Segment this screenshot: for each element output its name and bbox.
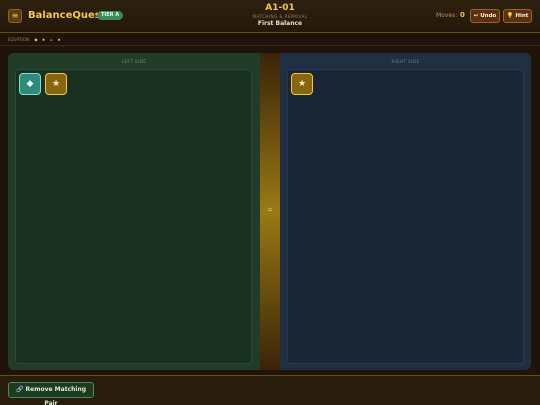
divider — [0, 45, 540, 46]
equation-label: EQUATION: — [8, 37, 31, 42]
top-bar: ≡ BalanceQuest TIER A A1-01 MATCHING & R… — [0, 0, 540, 33]
diamond-tile[interactable]: ◆ — [19, 73, 41, 95]
star-icon: ★ — [57, 37, 61, 42]
level-header: A1-01 MATCHING & REMOVAL First Balance — [220, 3, 340, 28]
right-drop-zone[interactable]: ★ — [287, 69, 524, 364]
level-code: A1-01 — [265, 3, 295, 13]
beam-equals-sign: = — [267, 206, 273, 214]
remove-matching-pair-button[interactable]: 🔗 Remove Matching Pair — [8, 382, 94, 405]
moves-count: 0 — [460, 11, 465, 19]
equation-row: EQUATION: ◆ ★ = ★ — [8, 37, 61, 43]
tier-badge: TIER A — [97, 11, 124, 20]
star-icon: ★ — [41, 37, 46, 42]
balance-board: LEFT SIDE ◆ ★ = RIGHT SIDE ★ — [8, 53, 531, 370]
left-side-label: LEFT SIDE — [121, 59, 147, 64]
app-title: BalanceQuest — [28, 10, 106, 21]
left-side-panel: LEFT SIDE ◆ ★ — [8, 53, 260, 370]
balance-beam: = — [260, 53, 280, 370]
hint-button[interactable]: 💡 Hint — [503, 9, 532, 23]
diamond-icon: ◆ — [34, 37, 38, 42]
star-tile[interactable]: ★ — [45, 73, 67, 95]
menu-icon[interactable]: ≡ — [8, 9, 22, 23]
undo-button[interactable]: ↩ Undo — [470, 9, 500, 23]
star-tile[interactable]: ★ — [291, 73, 313, 95]
right-side-panel: RIGHT SIDE ★ — [280, 53, 531, 370]
right-side-label: RIGHT SIDE — [391, 59, 420, 64]
bottom-bar: 🔗 Remove Matching Pair — [0, 375, 540, 405]
moves-label: Moves: — [436, 12, 458, 19]
equals-sign: = — [49, 37, 54, 42]
level-name: First Balance — [257, 20, 303, 27]
left-drop-zone[interactable]: ◆ ★ — [15, 69, 252, 364]
